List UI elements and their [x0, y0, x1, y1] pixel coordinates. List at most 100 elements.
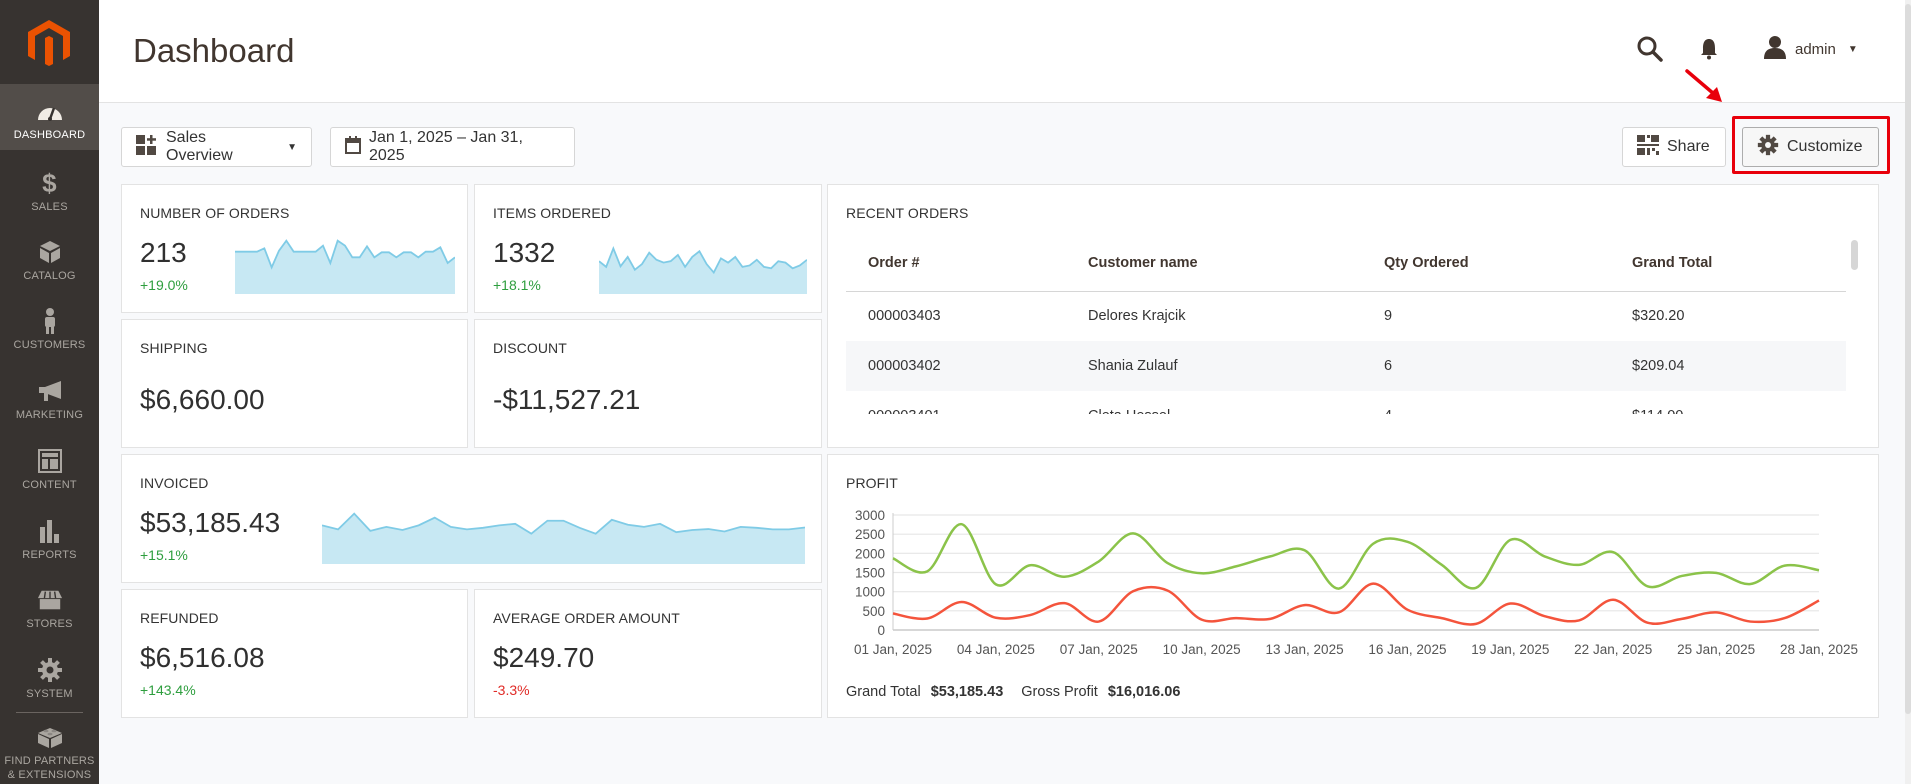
sidebar-item-label: STORES	[26, 618, 73, 630]
profit-summary: Grand Total $53,185.43 Gross Profit $16,…	[846, 684, 1188, 700]
column-header[interactable]: Qty Ordered	[1362, 235, 1610, 292]
y-tick-label: 2000	[855, 546, 885, 561]
date-range-picker[interactable]: Jan 1, 2025 – Jan 31, 2025	[330, 127, 575, 167]
card-value: 213	[140, 237, 187, 268]
card-title: SHIPPING	[140, 340, 208, 356]
sidebar-item-dashboard[interactable]: DASHBOARD	[0, 84, 99, 150]
table-row[interactable]: 000003402 Shania Zulauf 6 $209.04	[846, 341, 1846, 391]
card-value: 1332	[493, 237, 556, 268]
user-name: admin	[1795, 40, 1836, 58]
user-menu[interactable]: admin ▼	[1763, 35, 1858, 63]
x-tick-label: 16 Jan, 2025	[1368, 642, 1446, 657]
table-row[interactable]: 000003401 Cleta Hessel 4 $114.00	[846, 391, 1846, 414]
sidebar-item-content[interactable]: CONTENT	[0, 434, 99, 500]
card-number-of-orders[interactable]: NUMBER OF ORDERS 213 +19.0%	[121, 184, 468, 313]
page-scrollbar-thumb[interactable]	[1905, 4, 1911, 714]
column-header[interactable]: Grand Total	[1610, 235, 1846, 292]
card-value: -$11,527.21	[493, 384, 641, 415]
sidebar-item-system[interactable]: SYSTEM	[0, 643, 99, 709]
order-number: 000003403	[868, 308, 941, 325]
sparkline-chart	[599, 245, 807, 294]
sidebar-item-customers[interactable]: CUSTOMERS	[0, 294, 99, 360]
sidebar-item-label: SYSTEM	[26, 688, 73, 700]
calendar-icon	[345, 135, 361, 159]
customer-name: Cleta Hessel	[1066, 391, 1362, 414]
table-header-row: Order # Customer name Qty Ordered Grand …	[846, 235, 1846, 292]
x-tick-label: 22 Jan, 2025	[1574, 642, 1652, 657]
y-tick-label: 2500	[855, 527, 885, 542]
card-title: REFUNDED	[140, 610, 219, 626]
card-average-order-amount[interactable]: AVERAGE ORDER AMOUNT $249.70 -3.3%	[474, 589, 822, 718]
sidebar-item-marketing[interactable]: MARKETING	[0, 364, 99, 430]
card-title: AVERAGE ORDER AMOUNT	[493, 610, 680, 626]
x-tick-label: 13 Jan, 2025	[1266, 642, 1344, 657]
card-items-ordered[interactable]: ITEMS ORDERED 1332 +18.1%	[474, 184, 822, 313]
summary-label: Grand Total	[846, 684, 921, 700]
sidebar-item-sales[interactable]: $ SALES	[0, 156, 99, 222]
view-selector-dropdown[interactable]: Sales Overview ▼	[121, 127, 312, 167]
x-tick-label: 04 Jan, 2025	[957, 642, 1035, 657]
column-header[interactable]: Customer name	[1066, 235, 1362, 292]
share-button[interactable]: Share	[1622, 127, 1726, 167]
card-delta: +143.4%	[140, 682, 196, 698]
customize-button[interactable]: Customize	[1742, 127, 1879, 167]
card-shipping[interactable]: SHIPPING $6,660.00	[121, 319, 468, 448]
notifications-bell-icon[interactable]	[1699, 38, 1719, 65]
y-tick-label: 0	[877, 623, 885, 638]
x-tick-label: 10 Jan, 2025	[1163, 642, 1241, 657]
y-tick-label: 1000	[855, 585, 885, 600]
person-icon	[37, 308, 63, 334]
card-invoiced[interactable]: INVOICED $53,185.43 +15.1%	[121, 454, 822, 583]
y-tick-label: 500	[862, 604, 885, 619]
y-tick-label: 1500	[855, 566, 885, 581]
sidebar-item-label: FIND PARTNERS	[4, 755, 95, 767]
recent-orders-scroll-area[interactable]: Order # Customer name Qty Ordered Grand …	[828, 185, 1878, 414]
bar-chart-icon	[37, 518, 63, 544]
sidebar-item-label: MARKETING	[15, 409, 84, 421]
sidebar-item-find-partners[interactable]: FIND PARTNERS & EXTENSIONS	[0, 716, 99, 782]
table-row[interactable]: 000003403 Delores Krajcik 9 $320.20	[846, 291, 1846, 341]
box-icon	[37, 239, 63, 265]
grand-total: $209.04	[1610, 341, 1846, 391]
sidebar-item-catalog[interactable]: CATALOG	[0, 225, 99, 291]
card-value: $6,660.00	[140, 384, 265, 415]
storefront-icon	[37, 587, 63, 613]
series-line-gross-profit	[892, 582, 1820, 626]
share-label: Share	[1667, 138, 1710, 155]
x-tick-label: 28 Jan, 2025	[1780, 642, 1858, 657]
summary-value: $53,185.43	[930, 684, 1004, 700]
sidebar-item-label: SALES	[31, 201, 68, 213]
page-scrollbar[interactable]	[1905, 0, 1911, 784]
card-value: $249.70	[493, 642, 595, 673]
card-title: ITEMS ORDERED	[493, 205, 611, 221]
card-refunded[interactable]: REFUNDED $6,516.08 +143.4%	[121, 589, 468, 718]
page-header: Dashboard admin ▼	[99, 0, 1905, 103]
sidebar-item-label: & EXTENSIONS	[7, 769, 92, 781]
sidebar-item-stores[interactable]: STORES	[0, 573, 99, 639]
page-title: Dashboard	[133, 32, 295, 69]
layout-icon	[37, 448, 63, 474]
card-title: DISCOUNT	[493, 340, 567, 356]
gear-icon	[1757, 134, 1779, 161]
sidebar-item-label: REPORTS	[22, 549, 77, 561]
card-discount[interactable]: DISCOUNT -$11,527.21	[474, 319, 822, 448]
card-title: NUMBER OF ORDERS	[140, 205, 290, 221]
sparkline-chart	[235, 239, 455, 294]
search-icon[interactable]	[1637, 36, 1663, 67]
caret-down-icon: ▼	[287, 141, 297, 153]
sidebar-item-reports[interactable]: REPORTS	[0, 504, 99, 570]
order-number: 000003401	[846, 391, 1066, 414]
sidebar: DASHBOARD $ SALES CATALOG CUSTOMERS MARK…	[0, 0, 99, 784]
date-range-label: Jan 1, 2025 – Jan 31, 2025	[369, 129, 523, 164]
magento-logo-icon[interactable]	[28, 20, 70, 66]
card-delta: -3.3%	[493, 682, 530, 698]
card-value: $6,516.08	[140, 642, 265, 673]
qty-ordered: 4	[1362, 391, 1610, 414]
qty-ordered: 6	[1362, 341, 1610, 391]
column-header[interactable]: Order #	[846, 235, 1066, 292]
dollar-icon: $	[42, 167, 57, 198]
recent-orders-scrollbar[interactable]	[1851, 240, 1858, 270]
gear-icon	[37, 657, 63, 683]
sidebar-divider	[16, 712, 83, 713]
chevron-down-icon: ▼	[1847, 43, 1858, 55]
